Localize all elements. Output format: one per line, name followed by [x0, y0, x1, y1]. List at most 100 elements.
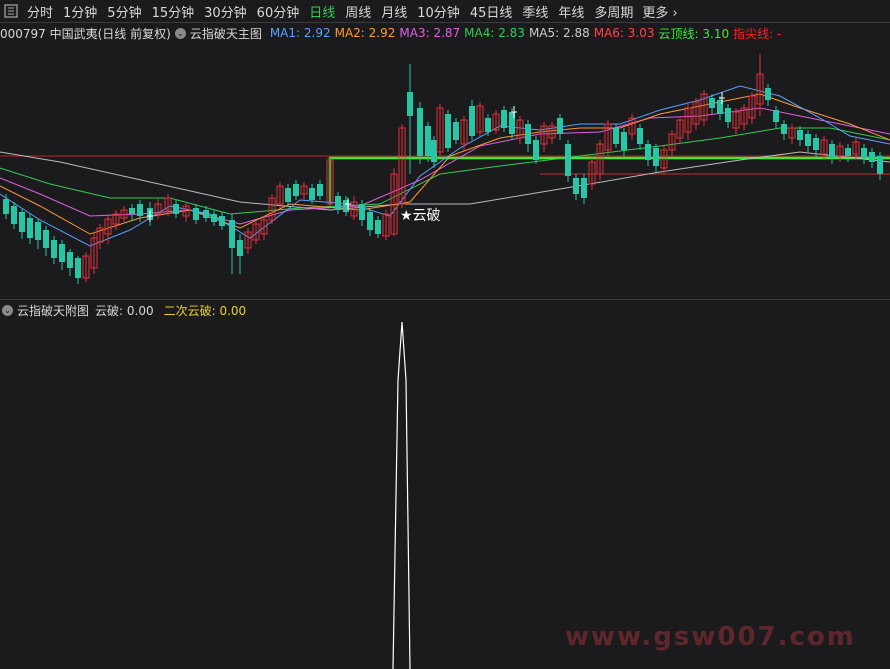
ma1-value: MA1: 2.92	[269, 26, 331, 40]
tab-15min[interactable]: 15分钟	[147, 2, 200, 21]
candle-body	[533, 140, 539, 160]
candle-body	[845, 148, 851, 156]
candle-body	[3, 199, 9, 214]
candle-body	[525, 124, 531, 144]
cloud-top-value: 云顶线: 3.10	[658, 26, 730, 41]
tab-60min[interactable]: 60分钟	[252, 2, 305, 21]
more-label: 更多	[642, 5, 669, 21]
candle-body	[19, 212, 25, 232]
candle-body	[211, 214, 217, 222]
tab-10min[interactable]: 10分钟	[412, 2, 465, 21]
candle-body	[431, 140, 437, 162]
ma3-value: MA3: 2.87	[399, 26, 461, 40]
candle-body	[219, 216, 225, 226]
candle-body	[653, 148, 659, 166]
candle-body	[797, 130, 803, 140]
sub-indicator-settings-icon[interactable]: ⌄	[2, 304, 13, 316]
candle-body	[11, 206, 17, 224]
candle-body	[469, 106, 475, 136]
candle-body	[813, 138, 819, 150]
candle-body	[425, 126, 431, 156]
candle-body	[407, 92, 413, 116]
candle-body	[35, 222, 41, 240]
grid-menu-icon[interactable]	[0, 0, 22, 22]
candle-body	[43, 230, 49, 248]
tab-yearly[interactable]: 年线	[553, 2, 589, 21]
sub-chart-infobar: ⌄ 云指破天附图 云破: 0.00 二次云破: 0.00	[0, 301, 890, 319]
candle-body	[417, 108, 423, 156]
yunpo-spike-line	[392, 321, 411, 669]
pane-divider[interactable]	[0, 299, 890, 300]
candle-body	[573, 178, 579, 194]
tab-1min[interactable]: 1分钟	[58, 2, 102, 21]
tab-daily[interactable]: 日线	[304, 2, 340, 21]
candle-body	[367, 212, 373, 230]
candle-body	[453, 122, 459, 140]
candle-body	[317, 184, 323, 196]
more-button[interactable]: 更多 ›	[638, 2, 681, 21]
candle-body	[645, 144, 651, 160]
candle-body	[237, 240, 243, 256]
tab-fenshi[interactable]: 分时	[22, 2, 58, 21]
candle-body	[829, 144, 835, 158]
candle-body	[869, 152, 875, 162]
candle-body	[285, 188, 291, 202]
tab-monthly[interactable]: 月线	[376, 2, 412, 21]
ma4-value: MA4: 2.83	[464, 26, 525, 40]
toolbar-divider	[0, 22, 890, 23]
candle-body	[637, 128, 643, 144]
candle-body	[309, 188, 315, 200]
watermark: www.gsw007.com	[565, 622, 856, 652]
candle-body	[725, 108, 731, 122]
candle-body	[861, 148, 867, 158]
candle-body	[359, 204, 365, 220]
ma5-value: MA5: 2.88	[528, 26, 590, 40]
yunpo-value: 云破: 0.00	[95, 303, 154, 318]
tab-multi-period[interactable]: 多周期	[589, 2, 638, 21]
candle-body	[621, 132, 627, 150]
tab-weekly[interactable]: 周线	[340, 2, 376, 21]
candle-body	[203, 210, 209, 218]
candle-body	[805, 134, 811, 146]
candle-body	[773, 110, 779, 122]
candle-body	[75, 258, 81, 278]
second-yunpo-value: 二次云破: 0.00	[163, 303, 247, 318]
fingertip-value: 指尖线: -	[733, 26, 782, 41]
tab-30min[interactable]: 30分钟	[199, 2, 252, 21]
candle-body	[27, 218, 33, 238]
chevron-right-icon: ›	[668, 5, 678, 21]
candle-body	[565, 144, 571, 176]
candle-body	[709, 98, 715, 108]
ma6-value: MA6: 3.03	[593, 26, 655, 40]
candle-body	[613, 128, 619, 144]
candle-body	[67, 252, 73, 268]
sub-indicator-chart[interactable]	[0, 320, 890, 669]
candle-body	[877, 156, 883, 174]
candle-body	[501, 110, 507, 128]
period-toolbar: 分时 1分钟 5分钟 15分钟 30分钟 60分钟 日线 周线 月线 10分钟 …	[0, 0, 890, 22]
candle-body	[781, 124, 787, 134]
candlestick-chart[interactable]: ★云破	[0, 44, 890, 300]
candle-body	[59, 244, 65, 262]
candle-body	[485, 118, 491, 132]
main-indicator-name[interactable]: 云指破天主图	[190, 25, 262, 42]
indicator-settings-icon[interactable]: ⌄	[174, 27, 186, 39]
candle-body	[557, 118, 563, 134]
tab-45day[interactable]: 45日线	[465, 2, 518, 21]
ma2-value: MA2: 2.92	[334, 26, 396, 40]
stock-title: 000797 中国武夷(日线 前复权)	[0, 26, 171, 41]
candle-body	[445, 114, 451, 148]
yunpo-annotation: ★云破	[400, 208, 441, 224]
candle-body	[173, 204, 179, 214]
tab-quarterly[interactable]: 季线	[517, 2, 553, 21]
main-chart-infobar: 000797 中国武夷(日线 前复权) ⌄ 云指破天主图 MA1: 2.92 M…	[0, 24, 890, 42]
sub-indicator-name[interactable]: 云指破天附图	[17, 302, 89, 319]
candle-body	[765, 88, 771, 100]
candle-body	[293, 184, 299, 196]
tab-5min[interactable]: 5分钟	[102, 2, 146, 21]
candle-body	[129, 208, 135, 214]
candle-body	[193, 208, 199, 220]
candle-body	[229, 220, 235, 248]
candle-body	[581, 178, 587, 198]
ma5-line	[0, 151, 890, 211]
